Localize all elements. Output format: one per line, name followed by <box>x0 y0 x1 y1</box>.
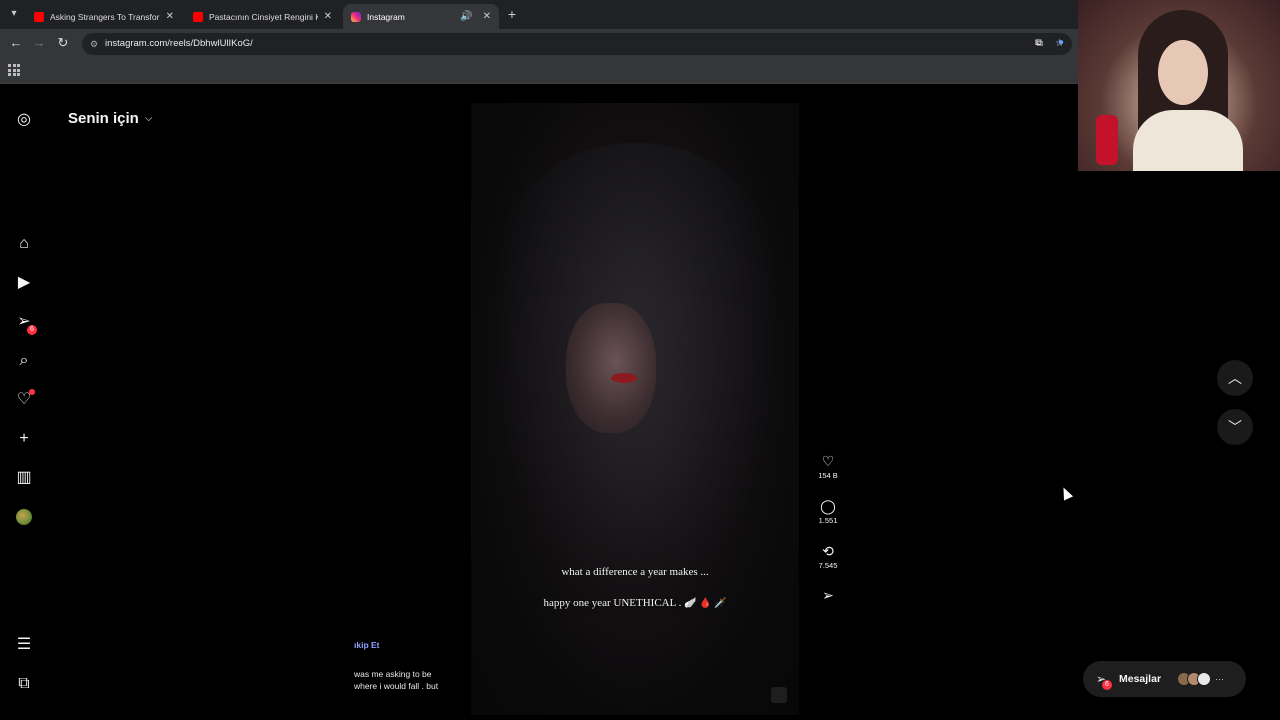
mouse-cursor-icon <box>1058 485 1074 501</box>
microphone-icon <box>1096 115 1118 165</box>
comment-button[interactable]: ◯ 1.551 <box>813 497 843 525</box>
reel-caption-text: happy one year UNETHICAL . <box>543 597 682 609</box>
messages-paper-plane-icon: ➢ 6 <box>1093 671 1112 690</box>
address-bar[interactable]: ⚙ instagram.com/reels/DbhwlUlIKoG/ ⧉ ☆ <box>82 33 1072 55</box>
caption-partial-line: was me asking to be <box>354 669 432 679</box>
back-icon[interactable]: ← <box>8 35 24 51</box>
audio-playing-icon[interactable]: 🔊 <box>460 11 472 22</box>
profile-icon[interactable]: ● <box>1053 35 1069 51</box>
notification-dot <box>29 389 35 395</box>
browser-tab[interactable]: Pastacının Cinsiyet Rengini Karı ✕ <box>185 4 340 29</box>
tab-search-icon[interactable]: ▾ <box>6 6 22 22</box>
threads-apps-icon[interactable]: ⧉ <box>14 674 34 694</box>
forward-icon[interactable]: → <box>31 35 47 51</box>
messages-label: Mesajlar <box>1119 673 1162 685</box>
avatar <box>1197 672 1212 686</box>
create-plus-icon[interactable]: + <box>14 429 34 449</box>
youtube-icon <box>193 11 203 22</box>
feed-selector[interactable]: Senin için ⌵ <box>68 110 152 127</box>
apps-grid-icon[interactable] <box>8 64 20 76</box>
share-button[interactable]: ➢ <box>813 586 843 604</box>
close-tab-icon[interactable]: ✕ <box>324 11 332 22</box>
repost-icon: ⟲ <box>822 543 834 559</box>
site-settings-icon[interactable]: ⚙ <box>90 33 98 55</box>
url-text: instagram.com/reels/DbhwlUlIKoG/ <box>105 38 253 49</box>
instagram-sidebar: ◎ ⌂ ▶ ➢ 6 ⌕ ♡ + ▥ ☰ ⧉ <box>0 85 48 720</box>
reel-caption-line2: happy one year UNETHICAL . 🪽 🩸 🗡️ <box>471 597 799 609</box>
menu-hamburger-icon[interactable]: ☰ <box>14 635 34 655</box>
messages-icon[interactable]: ➢ 6 <box>14 312 37 335</box>
reel-video[interactable]: what a difference a year makes ... happy… <box>471 103 799 715</box>
like-count: 154 B <box>818 471 838 480</box>
browser-tab[interactable]: Asking Strangers To Transform ✕ <box>26 4 182 29</box>
share-paper-plane-icon: ➢ <box>822 587 834 603</box>
tab-title: Asking Strangers To Transform <box>50 11 160 22</box>
messages-button[interactable]: ➢ 6 Mesajlar ⋯ <box>1083 661 1246 697</box>
video-lips <box>611 373 637 383</box>
reel-caption-line1: what a difference a year makes ... <box>561 566 709 578</box>
notifications-heart-icon[interactable]: ♡ <box>14 389 35 410</box>
browser-tab-active[interactable]: Instagram 🔊 ✕ <box>343 4 499 29</box>
tab-title: Pastacının Cinsiyet Rengini Karı <box>209 11 318 22</box>
webcam-person-face <box>1158 40 1208 105</box>
repost-count: 7.545 <box>818 561 838 570</box>
heart-icon: ♡ <box>821 453 835 469</box>
like-button[interactable]: ♡ 154 B <box>813 452 843 480</box>
tab-title: Instagram <box>367 11 405 22</box>
dashboard-icon[interactable]: ▥ <box>14 468 34 488</box>
caption-partial-line: where i would fall . but <box>354 681 439 691</box>
reel-caption-emojis: 🪽 🩸 🗡️ <box>684 598 727 609</box>
reload-icon[interactable]: ↻ <box>55 35 71 51</box>
instagram-icon <box>351 11 361 22</box>
webcam-person-shirt <box>1133 110 1243 171</box>
comment-bubble-icon: ◯ <box>820 498 836 514</box>
webcam-overlay <box>1078 0 1280 171</box>
chevron-up-icon: ︿ <box>1228 370 1242 386</box>
mute-toggle-button[interactable] <box>771 687 787 703</box>
messages-badge: 6 <box>1102 680 1112 690</box>
search-icon[interactable]: ⌕ <box>14 351 34 371</box>
notification-badge: 6 <box>27 325 37 335</box>
chevron-down-icon: ⌵ <box>144 113 153 124</box>
follow-link-partial[interactable]: ıkip Et <box>354 640 380 650</box>
close-tab-icon[interactable]: ✕ <box>483 11 491 22</box>
message-avatars <box>1177 672 1212 686</box>
home-icon[interactable]: ⌂ <box>14 234 34 254</box>
chevron-down-icon: ﹀ <box>1228 419 1242 435</box>
new-tab-icon[interactable]: + <box>505 6 519 22</box>
previous-reel-button[interactable]: ︿ <box>1217 360 1253 396</box>
more-dots-icon: ⋯ <box>1215 673 1225 684</box>
repost-button[interactable]: ⟲ 7.545 <box>813 542 843 570</box>
reels-icon[interactable]: ▶ <box>14 273 34 293</box>
extensions-icon[interactable]: ⧈ <box>1030 35 1046 51</box>
close-tab-icon[interactable]: ✕ <box>166 11 174 22</box>
feed-title-text: Senin için <box>68 110 139 127</box>
comment-count: 1.551 <box>818 516 838 525</box>
instagram-logo-icon[interactable]: ◎ <box>14 110 34 130</box>
next-reel-button[interactable]: ﹀ <box>1217 409 1253 445</box>
profile-avatar[interactable] <box>16 509 32 525</box>
video-face <box>566 303 656 433</box>
youtube-icon <box>34 11 44 22</box>
